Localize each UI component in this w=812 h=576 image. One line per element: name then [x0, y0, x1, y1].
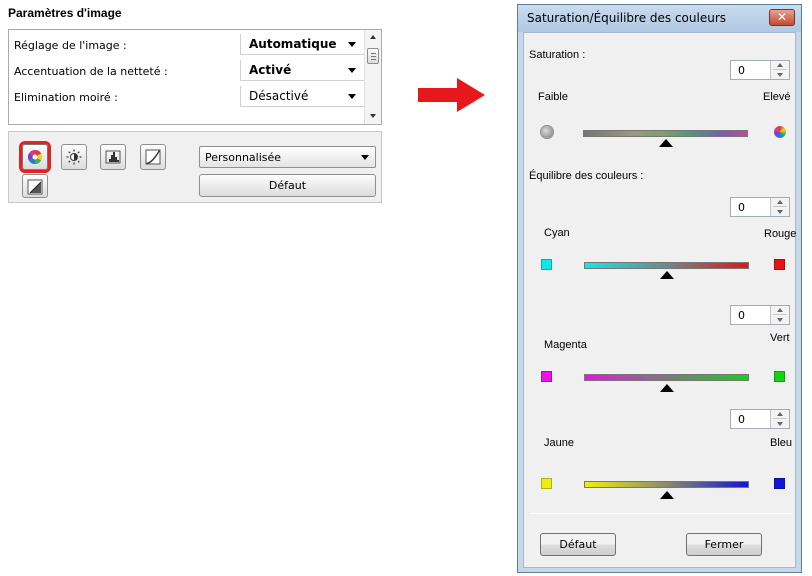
chevron-down-icon — [348, 94, 356, 99]
cyan-label: Cyan — [544, 227, 570, 239]
saturation-color-balance-button[interactable] — [22, 144, 48, 170]
tone-curve-icon — [145, 149, 161, 165]
yellow-blue-slider-track[interactable] — [584, 481, 749, 488]
setting-row-partial — [9, 110, 364, 124]
brightness-contrast-button[interactable] — [61, 144, 87, 170]
green-swatch — [774, 371, 785, 382]
magenta-green-slider-track[interactable] — [584, 374, 749, 381]
chevron-down-icon — [348, 42, 356, 47]
blue-label: Bleu — [770, 437, 793, 449]
threshold-icon — [27, 179, 43, 195]
close-button[interactable]: Fermer — [686, 533, 762, 556]
yellow-blue-input[interactable] — [731, 410, 771, 428]
spin-up-icon[interactable] — [777, 200, 783, 204]
preset-value: Personnalisée — [205, 151, 282, 164]
saturation-input[interactable] — [731, 61, 771, 79]
setting-label: Réglage de l'image : — [14, 39, 127, 52]
saturation-balance-dialog: Saturation/Équilibre des couleurs ✕ Satu… — [517, 4, 802, 573]
magenta-green-slider-knob[interactable] — [659, 384, 674, 392]
spin-up-icon[interactable] — [777, 412, 783, 416]
panel-title: Paramètres d'image — [8, 6, 122, 20]
magenta-label: Magenta — [544, 339, 587, 351]
default-button[interactable]: Défaut — [540, 533, 616, 556]
chevron-down-icon — [348, 68, 356, 73]
close-icon: ✕ — [776, 10, 788, 24]
cyan-red-slider-track[interactable] — [584, 262, 749, 269]
saturation-slider-knob[interactable] — [658, 139, 673, 147]
saturated-ball-icon — [774, 126, 786, 138]
dialog-title: Saturation/Équilibre des couleurs — [527, 11, 727, 25]
histogram-button[interactable] — [100, 144, 126, 170]
cyan-red-spinbox[interactable] — [730, 197, 790, 217]
setting-row-sharpness[interactable]: Accentuation de la netteté : Activé — [9, 58, 364, 84]
moire-dropdown[interactable]: Désactivé — [240, 86, 364, 107]
saturation-slider-track[interactable] — [583, 130, 748, 137]
separator — [530, 513, 792, 514]
spin-up-icon[interactable] — [777, 63, 783, 67]
defaut-button[interactable]: Défaut — [199, 174, 376, 197]
dialog-body: Saturation : Faible Elevé Équilibre des … — [523, 32, 796, 568]
image-settings-list: Réglage de l'image : Automatique Accentu… — [8, 29, 382, 125]
color-balance-label: Équilibre des couleurs : — [529, 170, 644, 182]
magenta-swatch — [541, 371, 552, 382]
saturation-label: Saturation : — [529, 49, 586, 61]
right-arrow-icon — [418, 78, 485, 112]
yellow-blue-spinbox[interactable] — [730, 409, 790, 429]
spin-buttons[interactable] — [770, 61, 789, 79]
adjustment-tools-panel: Personnalisée Défaut — [8, 131, 382, 203]
scroll-up-arrow-icon[interactable] — [370, 35, 376, 39]
tone-curve-button[interactable] — [140, 144, 166, 170]
threshold-button[interactable] — [22, 174, 48, 198]
spin-down-icon[interactable] — [777, 73, 783, 77]
spin-down-icon[interactable] — [777, 318, 783, 322]
dropdown-value: Désactivé — [249, 89, 309, 103]
cyan-red-slider-knob[interactable] — [659, 271, 674, 279]
dropdown-value: Activé — [249, 63, 292, 77]
spin-down-icon[interactable] — [777, 210, 783, 214]
close-window-button[interactable]: ✕ — [769, 9, 795, 26]
saturation-low-label: Faible — [538, 91, 568, 103]
settings-scrollbar[interactable] — [364, 30, 381, 124]
setting-label: Accentuation de la netteté : — [14, 65, 168, 78]
green-label: Vert — [770, 332, 790, 344]
setting-row-moire[interactable]: Elimination moiré : Désactivé — [9, 84, 364, 110]
chevron-down-icon — [361, 155, 369, 160]
spin-buttons[interactable] — [770, 198, 789, 216]
setting-label: Elimination moiré : — [14, 91, 118, 104]
red-label: Rouge — [764, 228, 797, 240]
cyan-swatch — [541, 259, 552, 270]
dropdown-value: Automatique — [249, 37, 337, 51]
yellow-label: Jaune — [544, 437, 574, 449]
saturation-high-label: Elevé — [763, 91, 791, 103]
yellow-blue-slider-knob[interactable] — [659, 491, 674, 499]
histogram-icon — [105, 150, 121, 164]
brightness-contrast-icon — [66, 149, 82, 165]
spin-down-icon[interactable] — [777, 422, 783, 426]
blue-swatch — [774, 478, 785, 489]
red-swatch — [774, 259, 785, 270]
desaturated-ball-icon — [541, 126, 553, 138]
dialog-titlebar[interactable]: Saturation/Équilibre des couleurs ✕ — [518, 5, 801, 32]
setting-row-image-adjustment[interactable]: Réglage de l'image : Automatique — [9, 32, 364, 58]
image-adjustment-dropdown[interactable]: Automatique — [240, 34, 364, 55]
preset-dropdown[interactable]: Personnalisée — [199, 146, 376, 168]
yellow-swatch — [541, 478, 552, 489]
magenta-green-spinbox[interactable] — [730, 305, 790, 325]
color-wheel-icon — [28, 150, 42, 164]
cyan-red-input[interactable] — [731, 198, 771, 216]
scroll-thumb[interactable] — [367, 48, 379, 64]
saturation-spinbox[interactable] — [730, 60, 790, 80]
sharpness-dropdown[interactable]: Activé — [240, 60, 364, 81]
spin-buttons[interactable] — [770, 410, 789, 428]
magenta-green-input[interactable] — [731, 306, 771, 324]
spin-up-icon[interactable] — [777, 308, 783, 312]
spin-buttons[interactable] — [770, 306, 789, 324]
scroll-down-arrow-icon[interactable] — [370, 114, 376, 118]
